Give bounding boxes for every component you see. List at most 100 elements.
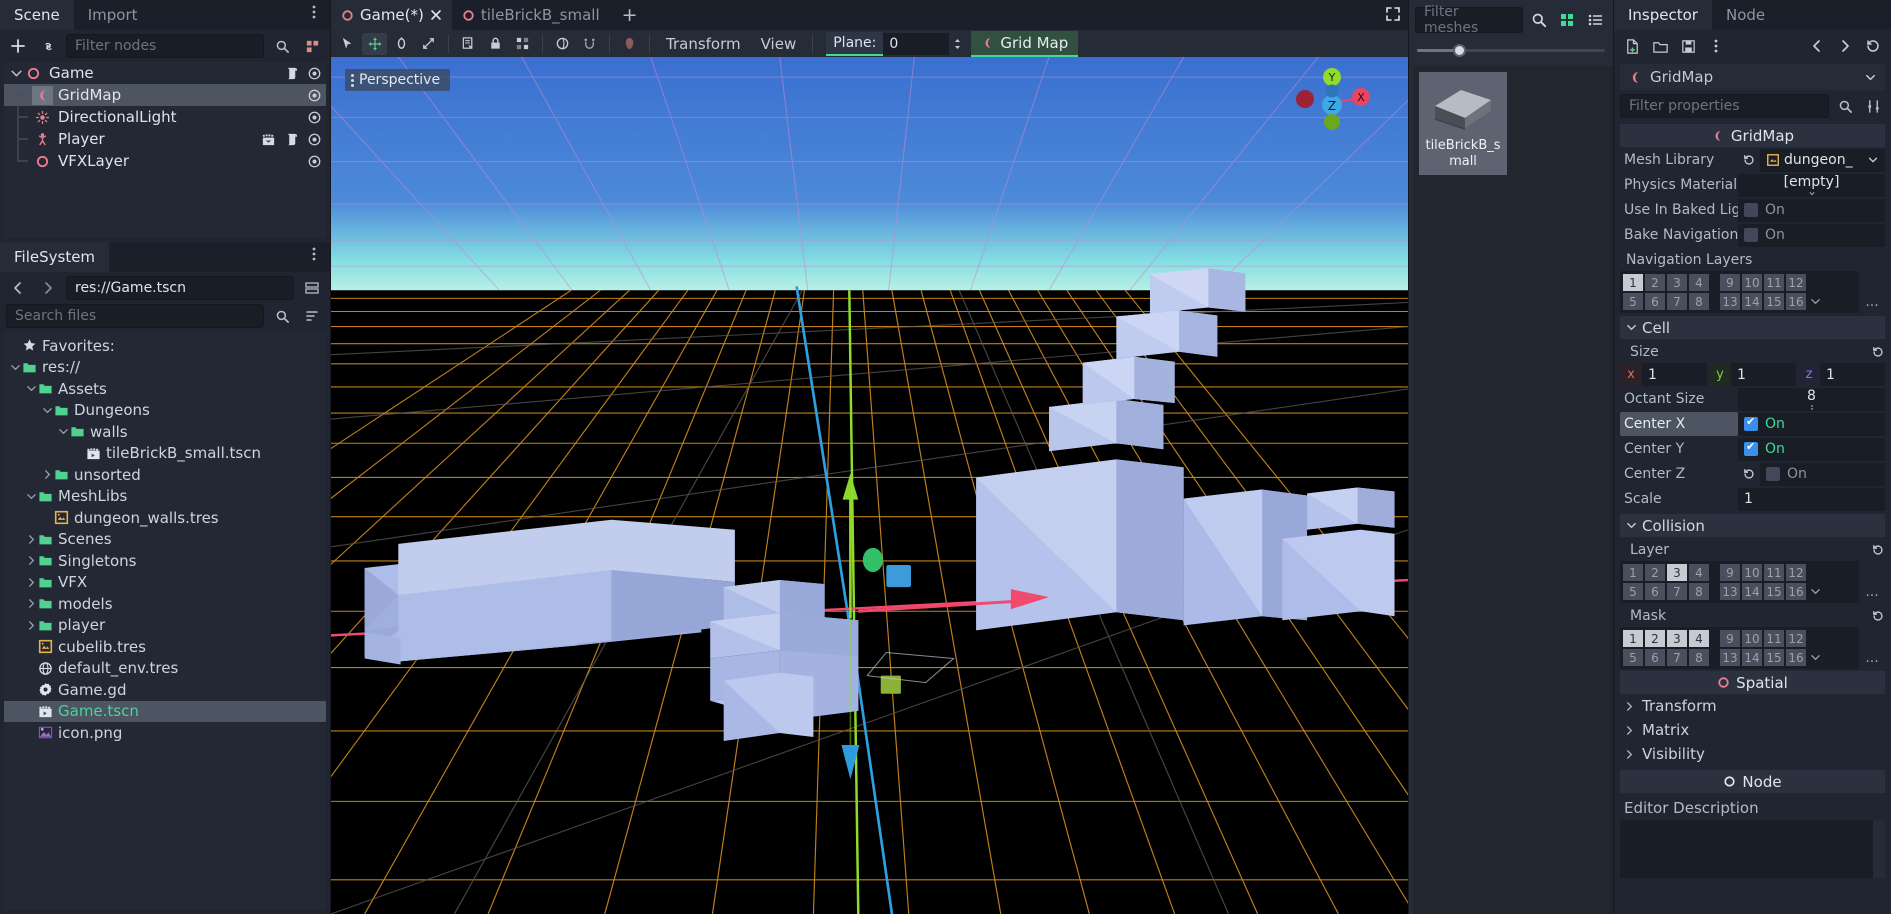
close-icon[interactable] — [430, 9, 442, 21]
chevron-right-icon[interactable] — [26, 555, 37, 566]
expand-toggle[interactable] — [26, 663, 38, 674]
save-resource-icon[interactable] — [1676, 34, 1700, 58]
tab-filesystem[interactable]: FileSystem — [0, 242, 110, 272]
shading-tool[interactable] — [617, 33, 642, 55]
expand-toggle[interactable] — [26, 598, 38, 609]
stepper-icon[interactable] — [1806, 404, 1818, 411]
tab-node[interactable]: Node — [1712, 0, 1779, 30]
expand-toggle[interactable] — [26, 727, 38, 738]
add-node-button[interactable] — [6, 34, 30, 58]
scene-tree-item-directionallight[interactable]: DirectionalLight — [4, 106, 326, 128]
chevron-down-icon[interactable] — [42, 405, 53, 416]
layer-bit-9[interactable]: 9 — [1720, 274, 1740, 291]
search-icon[interactable] — [1833, 94, 1857, 118]
file-tree-item[interactable]: unsorted — [4, 464, 326, 486]
layer-bit-2[interactable]: 2 — [1645, 564, 1665, 581]
property-value[interactable]: On — [1760, 462, 1885, 486]
layer-bit-5[interactable]: 5 — [1623, 293, 1643, 310]
layer-bit-9[interactable]: 9 — [1720, 630, 1740, 647]
chevron-down-icon[interactable] — [1864, 71, 1877, 84]
cell-size-y[interactable]: y 1 — [1709, 363, 1796, 386]
file-tree-item[interactable]: Favorites: — [4, 335, 326, 357]
tab-inspector[interactable]: Inspector — [1614, 0, 1712, 30]
expand-toggle[interactable] — [26, 684, 38, 695]
layer-bit-4[interactable]: 4 — [1689, 630, 1709, 647]
expand-toggle[interactable] — [26, 706, 38, 717]
section-cell[interactable]: Cell — [1620, 316, 1885, 339]
navigation-layers-grid[interactable]: 1 2 3 4 9 10 11 12 5 6 7 8 13 14 15 16 ... — [1620, 271, 1885, 313]
scene-tree-item-player[interactable]: Player — [4, 128, 326, 150]
property-value[interactable]: On — [1738, 223, 1885, 247]
select-mode-tool[interactable] — [335, 33, 360, 55]
visibility-eye-icon[interactable] — [307, 88, 322, 103]
checkbox[interactable] — [1766, 467, 1780, 481]
file-tree-item[interactable]: MeshLibs — [4, 486, 326, 508]
scene-tab-game[interactable]: Game(*) — [331, 0, 452, 30]
history-forward-icon[interactable] — [1833, 34, 1857, 58]
file-tree-item[interactable]: cubelib.tres — [4, 636, 326, 658]
section-matrix[interactable]: Matrix — [1620, 718, 1885, 742]
visibility-eye-icon[interactable] — [307, 66, 322, 81]
mesh-thumbnail-size-slider[interactable] — [1417, 42, 1605, 58]
filter-nodes-input[interactable]: Filter nodes — [66, 34, 264, 58]
filter-meshes-input[interactable]: Filter meshes — [1415, 4, 1523, 36]
file-tree-item[interactable]: walls — [4, 421, 326, 443]
layer-bit-5[interactable]: 5 — [1623, 583, 1643, 600]
property-value[interactable]: 8 — [1738, 387, 1885, 411]
axis-orientation-gizmo[interactable]: Y X Z — [1292, 65, 1372, 143]
file-tree-item[interactable]: Dungeons — [4, 400, 326, 422]
chevron-down-icon[interactable] — [58, 426, 69, 437]
layer-bit-13[interactable]: 13 — [1720, 583, 1740, 600]
move-mode-tool[interactable] — [362, 32, 387, 55]
history-back-icon[interactable] — [6, 276, 30, 300]
expand-toggle[interactable] — [26, 620, 38, 631]
property-value[interactable]: 1 — [1738, 487, 1885, 511]
revert-icon[interactable] — [1871, 345, 1885, 359]
file-tree-item[interactable]: tileBrickB_small.tscn — [4, 443, 326, 465]
section-collision[interactable]: Collision — [1620, 514, 1885, 537]
rotate-mode-tool[interactable] — [389, 33, 414, 55]
layer-bit-14[interactable]: 14 — [1742, 293, 1762, 310]
chevron-down-icon[interactable] — [1867, 154, 1879, 166]
group-tool[interactable] — [510, 33, 535, 55]
file-tree-item[interactable]: dungeon_walls.tres — [4, 507, 326, 529]
layer-bit-13[interactable]: 13 — [1720, 293, 1740, 310]
expand-toggle[interactable] — [42, 512, 54, 523]
layer-bit-16[interactable]: 16 — [1786, 293, 1806, 310]
instance-child-scene-button[interactable] — [36, 34, 60, 58]
gridmap-panel-toggle[interactable]: Grid Map — [971, 30, 1079, 57]
file-tree-item[interactable]: icon.png — [4, 722, 326, 744]
plane-stepper[interactable] — [949, 32, 966, 55]
view-menu[interactable]: View — [752, 33, 806, 55]
search-icon[interactable] — [270, 304, 294, 328]
section-visibility[interactable]: Visibility — [1620, 742, 1885, 766]
search-icon[interactable] — [1527, 8, 1551, 32]
layer-expand-icon[interactable] — [1810, 652, 1821, 663]
collision-mask-grid[interactable]: 1 2 3 4 9 10 11 12 5 6 7 8 13 14 15 16 ... — [1620, 627, 1885, 669]
layer-bit-6[interactable]: 6 — [1645, 583, 1665, 600]
expand-toggle[interactable] — [26, 534, 38, 545]
layer-bit-11[interactable]: 11 — [1764, 630, 1784, 647]
checkbox[interactable] — [1744, 228, 1758, 242]
file-tree-item[interactable]: models — [4, 593, 326, 615]
checkbox[interactable] — [1744, 440, 1758, 456]
lock-tool[interactable] — [483, 33, 508, 55]
expand-toggle[interactable] — [10, 362, 22, 373]
scrollbar[interactable] — [1873, 820, 1885, 878]
chevron-right-icon[interactable] — [26, 577, 37, 588]
cell-size-x[interactable]: x 1 — [1620, 363, 1707, 386]
history-forward-icon[interactable] — [36, 276, 60, 300]
layer-bit-4[interactable]: 4 — [1689, 564, 1709, 581]
chevron-down-icon[interactable] — [10, 67, 23, 80]
chevron-right-icon[interactable] — [26, 534, 37, 545]
chevron-right-icon[interactable] — [26, 598, 37, 609]
section-transform[interactable]: Transform — [1620, 694, 1885, 718]
fullscreen-icon[interactable] — [1384, 5, 1402, 23]
visibility-eye-icon[interactable] — [307, 110, 322, 125]
layer-bit-11[interactable]: 11 — [1764, 274, 1784, 291]
mesh-item-grid[interactable]: tileBrickB_small — [1413, 66, 1613, 914]
layer-bit-1[interactable]: 1 — [1623, 630, 1643, 647]
layer-bit-10[interactable]: 10 — [1742, 274, 1762, 291]
layer-bit-10[interactable]: 10 — [1742, 630, 1762, 647]
revert-icon[interactable] — [1871, 543, 1885, 557]
